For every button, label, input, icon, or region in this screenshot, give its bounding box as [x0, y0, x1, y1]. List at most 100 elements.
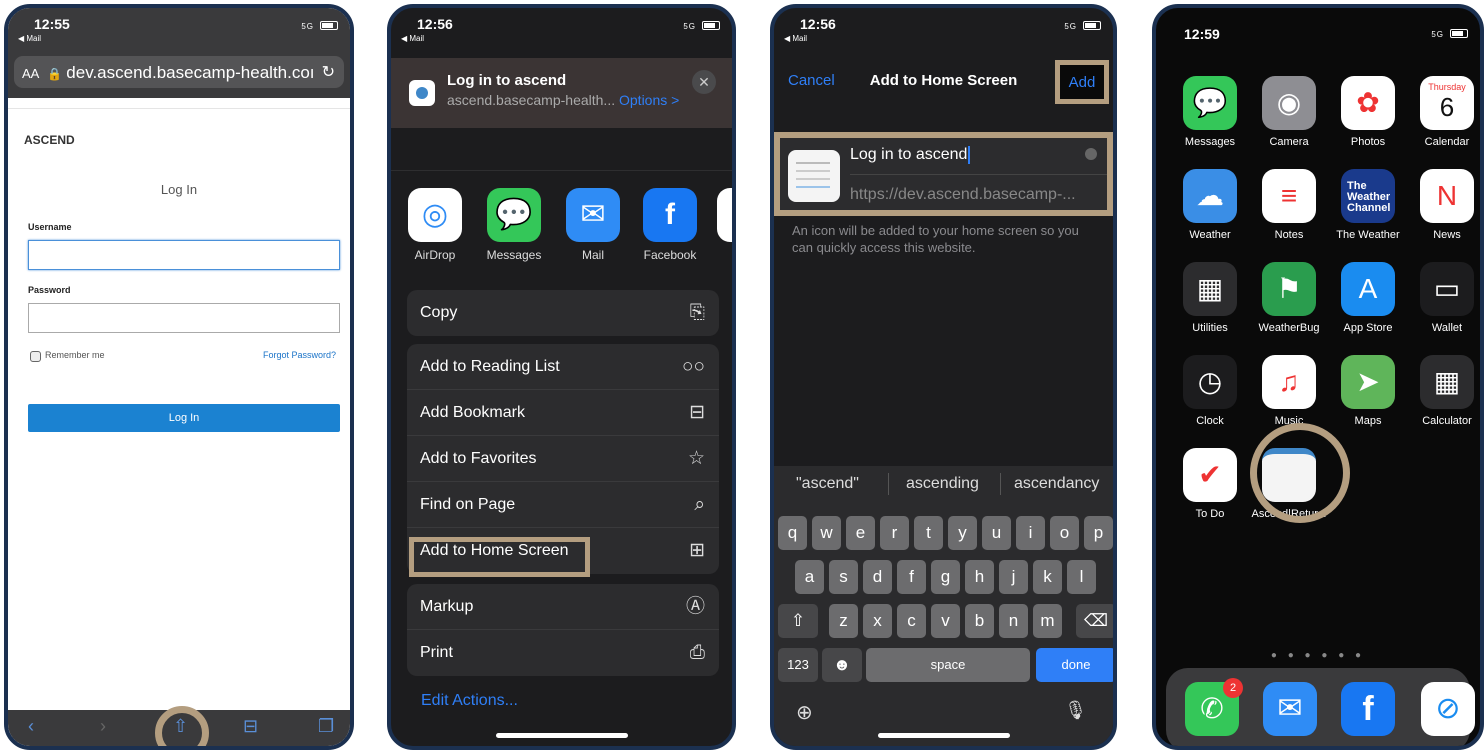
key-y[interactable]: y — [948, 516, 977, 550]
tabs-icon[interactable]: ❐ — [318, 716, 334, 737]
shift-key[interactable]: ⇧ — [778, 604, 818, 638]
app-messages[interactable]: 💬 Messages — [1172, 76, 1248, 148]
share-app-mail[interactable]: ✉ Mail — [563, 188, 623, 262]
back-to-app[interactable]: ◀ Mail — [784, 34, 807, 43]
username-input[interactable] — [28, 240, 340, 270]
dock-phone[interactable]: ✆ 2 — [1174, 678, 1250, 742]
key-x[interactable]: x — [863, 604, 892, 638]
app-calculator[interactable]: ▦ Calculator — [1409, 355, 1480, 427]
bookmarks-icon[interactable]: ⊟ — [243, 716, 258, 737]
app-calendar[interactable]: Thursday 6 Calendar — [1409, 76, 1480, 148]
key-c[interactable]: c — [897, 604, 926, 638]
key-i[interactable]: i — [1016, 516, 1045, 550]
name-field[interactable]: Log in to ascend — [850, 146, 970, 164]
copy-icon: ⎘ — [689, 302, 705, 323]
markup-action[interactable]: Markup Ⓐ — [407, 584, 719, 630]
options-link[interactable]: Options > — [619, 92, 679, 108]
copy-action[interactable]: Copy ⎘ — [407, 290, 719, 336]
key-b[interactable]: b — [965, 604, 994, 638]
key-n[interactable]: n — [999, 604, 1028, 638]
key-k[interactable]: k — [1033, 560, 1062, 594]
numbers-key[interactable]: 123 — [778, 648, 818, 682]
suggestion[interactable]: "ascend" — [796, 475, 859, 493]
key-v[interactable]: v — [931, 604, 960, 638]
back-to-app[interactable]: ◀ Mail — [401, 34, 424, 43]
app-weatherbug[interactable]: ⚑ WeatherBug — [1251, 262, 1327, 334]
share-app-facebook[interactable]: f Facebook — [640, 188, 700, 262]
delete-key[interactable]: ⌫ — [1076, 604, 1113, 638]
clear-icon[interactable] — [1085, 148, 1097, 160]
key-l[interactable]: l — [1067, 560, 1096, 594]
login-button[interactable]: Log In — [28, 404, 340, 432]
forward-icon[interactable]: › — [100, 716, 106, 737]
add-button-highlight[interactable]: Add — [1055, 60, 1109, 104]
battery-icon — [702, 21, 720, 30]
key-z[interactable]: z — [829, 604, 858, 638]
app-wallet[interactable]: ▭ Wallet — [1409, 262, 1480, 334]
reload-icon[interactable]: ↻ — [322, 62, 335, 82]
key-r[interactable]: r — [880, 516, 909, 550]
key-s[interactable]: s — [829, 560, 858, 594]
key-p[interactable]: p — [1084, 516, 1113, 550]
app-the-weather[interactable]: The Weather Channel The Weather — [1330, 169, 1406, 241]
dock-facebook[interactable]: f — [1330, 682, 1406, 742]
key-d[interactable]: d — [863, 560, 892, 594]
back-to-app[interactable]: ◀ Mail — [18, 34, 41, 43]
close-icon[interactable]: ✕ — [692, 70, 716, 94]
key-t[interactable]: t — [914, 516, 943, 550]
dock-safari[interactable]: ⊘ — [1410, 682, 1480, 742]
app-clock[interactable]: ◷ Clock — [1172, 355, 1248, 427]
key-o[interactable]: o — [1050, 516, 1079, 550]
add-button[interactable]: Add — [1060, 74, 1104, 91]
app-label: News — [1433, 229, 1461, 241]
find-on-page[interactable]: Find on Page ⌕ — [407, 482, 719, 528]
microphone-icon[interactable]: 🎙 — [1064, 700, 1087, 721]
app-app-store[interactable]: A App Store — [1330, 262, 1406, 334]
text-size-button[interactable]: AA — [22, 66, 39, 81]
app-utilities[interactable]: ▦ Utilities — [1172, 262, 1248, 334]
app-camera[interactable]: ◉ Camera — [1251, 76, 1327, 148]
dock-mail[interactable]: ✉ — [1252, 682, 1328, 742]
share-app-partial[interactable] — [717, 188, 732, 248]
share-app-label: Facebook — [643, 248, 697, 262]
add-to-favorites[interactable]: Add to Favorites ☆ — [407, 436, 719, 482]
add-to-reading-list[interactable]: Add to Reading List ○○ — [407, 344, 719, 390]
share-app-messages[interactable]: 💬 Messages — [484, 188, 544, 262]
address-bar[interactable]: AA 🔒 dev.ascend.basecamp-health.coı ↻ — [14, 56, 344, 88]
done-key[interactable]: done — [1036, 648, 1113, 682]
globe-icon[interactable]: ⊕ — [796, 700, 813, 725]
forgot-password-link[interactable]: Forgot Password? — [263, 350, 336, 360]
app-news[interactable]: N News — [1409, 169, 1480, 241]
key-h[interactable]: h — [965, 560, 994, 594]
key-g[interactable]: g — [931, 560, 960, 594]
app-music[interactable]: ♫ Music — [1251, 355, 1327, 427]
key-w[interactable]: w — [812, 516, 841, 550]
key-e[interactable]: e — [846, 516, 875, 550]
app-weather[interactable]: ☁ Weather — [1172, 169, 1248, 241]
key-a[interactable]: a — [795, 560, 824, 594]
remember-checkbox[interactable] — [30, 351, 41, 362]
app-photos[interactable]: ✿ Photos — [1330, 76, 1406, 148]
action-label: Add to Favorites — [420, 450, 537, 467]
edit-actions-link[interactable]: Edit Actions... — [421, 692, 518, 710]
app-to-do[interactable]: ✔ To Do — [1172, 448, 1248, 520]
notes-icon: ≡ — [1262, 169, 1316, 223]
suggestion[interactable]: ascending — [906, 475, 979, 493]
app-notes[interactable]: ≡ Notes — [1251, 169, 1327, 241]
partial-app-icon — [717, 188, 732, 242]
app-maps[interactable]: ➤ Maps — [1330, 355, 1406, 427]
key-m[interactable]: m — [1033, 604, 1062, 638]
key-u[interactable]: u — [982, 516, 1011, 550]
add-bookmark[interactable]: Add Bookmark ⊟ — [407, 390, 719, 436]
print-action[interactable]: Print ⎙ — [407, 630, 719, 676]
share-app-airdrop[interactable]: ◎ AirDrop — [405, 188, 465, 262]
suggestion[interactable]: ascendancy — [1014, 475, 1099, 493]
app-label: Camera — [1269, 136, 1309, 148]
emoji-key[interactable]: ☻ — [822, 648, 862, 682]
space-key[interactable]: space — [866, 648, 1030, 682]
back-icon[interactable]: ‹ — [28, 716, 34, 737]
key-f[interactable]: f — [897, 560, 926, 594]
key-q[interactable]: q — [778, 516, 807, 550]
password-input[interactable] — [28, 303, 340, 333]
key-j[interactable]: j — [999, 560, 1028, 594]
